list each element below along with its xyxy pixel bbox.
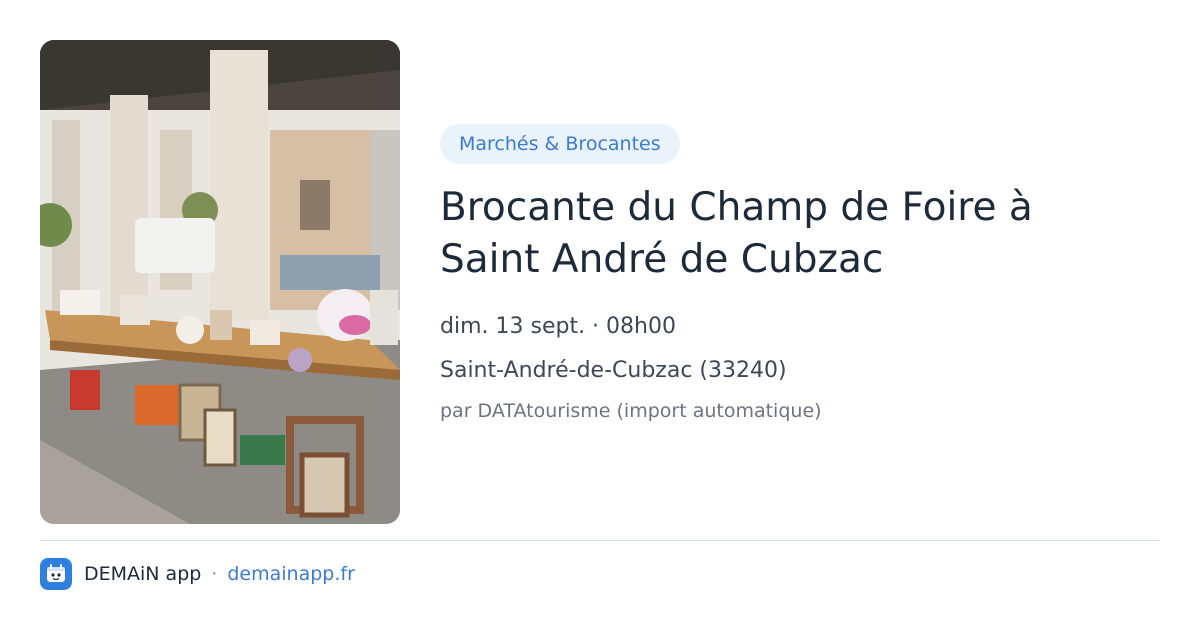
event-source: par DATAtourisme (import automatique) [440, 400, 822, 422]
event-location: Saint-André-de-Cubzac (33240) [440, 358, 787, 383]
footer-separator: · [211, 563, 218, 585]
event-title[interactable]: Brocante du Champ de Foire à Saint André… [440, 182, 1080, 286]
event-photo[interactable] [40, 40, 400, 524]
app-name[interactable]: DEMAiN app [84, 563, 201, 585]
event-info: Marchés & Brocantes Brocante du Champ de… [440, 124, 1160, 424]
event-datetime: dim. 13 sept. · 08h00 [440, 314, 676, 339]
demain-app-icon [40, 558, 72, 590]
flea-market-photo [40, 40, 400, 524]
footer-divider [40, 540, 1160, 541]
footer: DEMAiN app · demainapp.fr [40, 557, 355, 591]
app-url-link[interactable]: demainapp.fr [227, 563, 355, 585]
category-badge[interactable]: Marchés & Brocantes [440, 124, 680, 164]
